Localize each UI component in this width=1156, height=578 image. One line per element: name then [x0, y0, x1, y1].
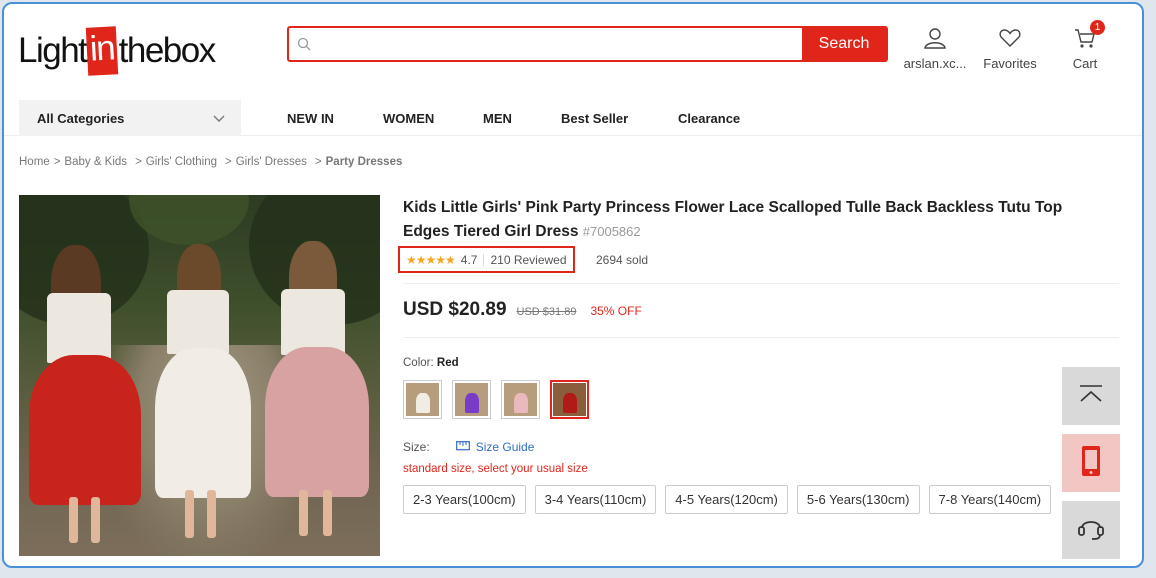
nav-item-clearance[interactable]: Clearance — [678, 111, 740, 126]
size-option[interactable]: 5-6 Years(130cm) — [796, 485, 920, 514]
account-menu[interactable]: arslan.xc... — [900, 26, 970, 71]
swatch-dress — [465, 393, 479, 413]
star-rating-icon: ★★★★★ — [406, 252, 456, 267]
logo-text-thebox: thebox — [118, 31, 217, 70]
color-swatch-white[interactable] — [403, 380, 442, 419]
breadcrumb-separator: > — [314, 156, 322, 168]
price-block: USD $20.89 USD $31.89 35% OFF — [403, 299, 642, 321]
browser-frame: Light in thebox Search arslan.xc... Favori… — [2, 2, 1144, 568]
nav-item-best-seller[interactable]: Best Seller — [561, 111, 628, 126]
customer-service-button[interactable] — [1062, 501, 1120, 559]
search-bar: Search — [287, 26, 888, 62]
sold-count: 2694 sold — [596, 253, 649, 267]
ruler-icon — [455, 440, 470, 454]
all-categories-dropdown[interactable]: All Categories — [19, 100, 241, 136]
breadcrumb-link[interactable]: Girls' Dresses — [236, 156, 307, 168]
account-label: arslan.xc... — [903, 56, 967, 71]
size-option[interactable]: 3-4 Years(110cm) — [534, 485, 657, 514]
color-label: Color: Red — [403, 357, 459, 369]
favorites-link[interactable]: Favorites — [975, 26, 1045, 71]
size-label: Size: — [403, 440, 430, 454]
product-sku: #7005862 — [582, 224, 641, 239]
color-swatch-purple[interactable] — [452, 380, 491, 419]
all-categories-label: All Categories — [37, 110, 125, 126]
cart-count-badge: 1 — [1090, 20, 1105, 35]
back-to-top-button[interactable] — [1062, 367, 1120, 425]
reviews-count-link[interactable]: 210 Reviewed — [490, 253, 566, 267]
size-option[interactable]: 4-5 Years(120cm) — [665, 485, 788, 514]
size-hint: standard size, select your usual size — [403, 463, 588, 475]
cart-icon: 1 — [1074, 20, 1105, 50]
color-label-text: Color: — [403, 357, 434, 369]
size-option[interactable]: 7-8 Years(140cm) — [928, 485, 1052, 514]
nav-item-women[interactable]: WOMEN — [383, 111, 434, 126]
logo-text-in: in — [86, 26, 119, 76]
discount-badge: 35% OFF — [590, 304, 642, 318]
rating-summary[interactable]: ★★★★★ 4.7 210 Reviewed — [398, 246, 575, 273]
color-swatch-pink[interactable] — [501, 380, 540, 419]
divider — [403, 283, 1119, 284]
swatch-dress — [514, 393, 528, 413]
color-swatch-red[interactable] — [550, 380, 589, 419]
user-icon — [923, 26, 947, 50]
breadcrumb-link[interactable]: Home — [19, 156, 50, 168]
site-logo[interactable]: Light in thebox — [18, 26, 217, 76]
headset-icon — [1076, 514, 1106, 547]
breadcrumb-separator: > — [135, 156, 142, 168]
size-option[interactable]: 2-3 Years(100cm) — [403, 485, 526, 514]
search-input[interactable] — [319, 28, 802, 60]
divider — [403, 337, 1119, 338]
breadcrumb-separator: > — [53, 156, 61, 168]
favorites-label: Favorites — [983, 56, 1037, 71]
size-row: Size: Size Guide — [403, 440, 534, 454]
breadcrumb-link[interactable]: Baby & Kids — [64, 156, 127, 168]
chevron-down-icon — [213, 111, 225, 126]
color-swatches — [403, 380, 589, 419]
breadcrumb-current: Party Dresses — [325, 156, 403, 168]
breadcrumb-link[interactable]: Girls' Clothing — [146, 156, 217, 168]
search-icon — [289, 28, 319, 60]
swatch-dress — [416, 393, 430, 413]
logo-text-light: Light — [18, 31, 88, 70]
mobile-app-button[interactable] — [1062, 434, 1120, 492]
product-main-image[interactable] — [19, 195, 380, 556]
arrow-up-icon — [1079, 384, 1103, 409]
rating-value: 4.7 — [460, 252, 478, 267]
product-title: Kids Little Girls' Pink Party Princess F… — [403, 196, 1113, 244]
heart-icon — [999, 26, 1021, 50]
size-options: 2-3 Years(100cm) 3-4 Years(110cm) 4-5 Ye… — [403, 485, 1052, 514]
divider — [483, 253, 485, 266]
size-guide-label: Size Guide — [475, 440, 535, 454]
cart-link[interactable]: 1 Cart — [1050, 20, 1120, 71]
current-price: USD $20.89 — [403, 299, 507, 320]
breadcrumb-separator: > — [225, 156, 232, 168]
nav-item-men[interactable]: MEN — [483, 111, 512, 126]
product-title-text: Kids Little Girls' Pink Party Princess F… — [403, 199, 1063, 240]
size-guide-link[interactable]: Size Guide — [455, 440, 535, 454]
nav-item-new-in[interactable]: NEW IN — [287, 111, 334, 126]
mobile-phone-icon — [1081, 445, 1101, 482]
original-price: USD $31.89 — [516, 306, 577, 318]
main-nav: All Categories NEW IN WOMEN MEN Best Sel… — [4, 100, 1142, 136]
search-button[interactable]: Search — [802, 28, 886, 60]
color-selected-value: Red — [436, 357, 459, 369]
cart-label: Cart — [1072, 56, 1098, 71]
swatch-dress — [563, 393, 577, 413]
breadcrumb: Home > Baby & Kids > Girls' Clothing > G… — [19, 156, 402, 168]
